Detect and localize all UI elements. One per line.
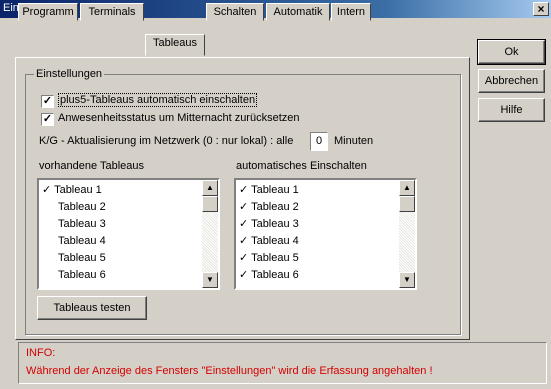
tab-schalten[interactable]: Schalten	[206, 3, 264, 21]
scroll-thumb[interactable]	[202, 196, 218, 212]
scroll-up-icon[interactable]: ▲	[202, 180, 218, 196]
scroll-up-icon[interactable]: ▲	[399, 180, 415, 196]
tab-programm[interactable]: Programm	[18, 3, 78, 21]
auto-on-checkbox[interactable]: ✓	[41, 95, 54, 108]
scroll-down-icon[interactable]: ▼	[202, 272, 218, 288]
list-item[interactable]: ✓ Tableau 4	[239, 233, 299, 249]
list-item[interactable]: Tableau 5	[58, 250, 106, 266]
close-icon[interactable]: ×	[533, 2, 549, 16]
list-item[interactable]: Tableau 6	[58, 267, 106, 283]
kg-update-input[interactable]: 0	[310, 132, 328, 151]
list-item[interactable]: Tableau 2	[58, 199, 106, 215]
scroll-down-icon[interactable]: ▼	[399, 272, 415, 288]
list-item[interactable]: ✓ Tableau 1	[42, 182, 102, 198]
cancel-button[interactable]: Abbrechen	[478, 69, 545, 93]
list-item[interactable]: ✓ Tableau 6	[239, 267, 299, 283]
info-message: Während der Anzeige des Fensters "Einste…	[26, 365, 433, 377]
scrollbar[interactable]: ▲ ▼	[202, 180, 218, 288]
list-item[interactable]: ✓ Tableau 2	[239, 199, 299, 215]
ok-button[interactable]: Ok	[477, 39, 546, 65]
info-box: INFO: Während der Anzeige des Fensters "…	[18, 342, 547, 384]
test-tableaus-button[interactable]: Tableaus testen	[37, 296, 147, 320]
group-label: Einstellungen	[34, 68, 105, 80]
tab-intern[interactable]: Intern	[331, 3, 371, 21]
tab-automatik[interactable]: Automatik	[266, 3, 330, 21]
reset-status-checkbox[interactable]: ✓	[41, 113, 54, 126]
list-item[interactable]: ✓ Tableau 3	[239, 216, 299, 232]
scrollbar[interactable]: ▲ ▼	[399, 180, 415, 288]
auto-list-header: automatisches Einschalten	[236, 160, 367, 172]
list-item[interactable]: ✓ Tableau 5	[239, 250, 299, 266]
auto-on-label: plus5-Tableaus automatisch einschalten	[58, 93, 258, 107]
available-list-header: vorhandene Tableaus	[39, 160, 144, 172]
tab-tableaus[interactable]: Tableaus	[145, 34, 205, 56]
auto-tableaus-list[interactable]: ✓ Tableau 1 ✓ Tableau 2 ✓ Tableau 3 ✓ Ta…	[234, 178, 417, 290]
scroll-thumb[interactable]	[399, 196, 415, 212]
kg-update-label: K/G - Aktualisierung im Netzwerk (0 : nu…	[39, 135, 294, 147]
info-title: INFO:	[26, 347, 56, 359]
reset-status-label: Anwesenheitsstatus um Mitternacht zurück…	[58, 112, 300, 124]
list-item[interactable]: ✓ Tableau 1	[239, 182, 299, 198]
minutes-label: Minuten	[334, 135, 374, 147]
help-button[interactable]: Hilfe	[478, 98, 545, 122]
available-tableaus-list[interactable]: ✓ Tableau 1 Tableau 2 Tableau 3 Tableau …	[37, 178, 220, 290]
list-item[interactable]: Tableau 4	[58, 233, 106, 249]
list-item[interactable]: Tableau 3	[58, 216, 106, 232]
tab-terminals[interactable]: Terminals	[80, 3, 144, 21]
